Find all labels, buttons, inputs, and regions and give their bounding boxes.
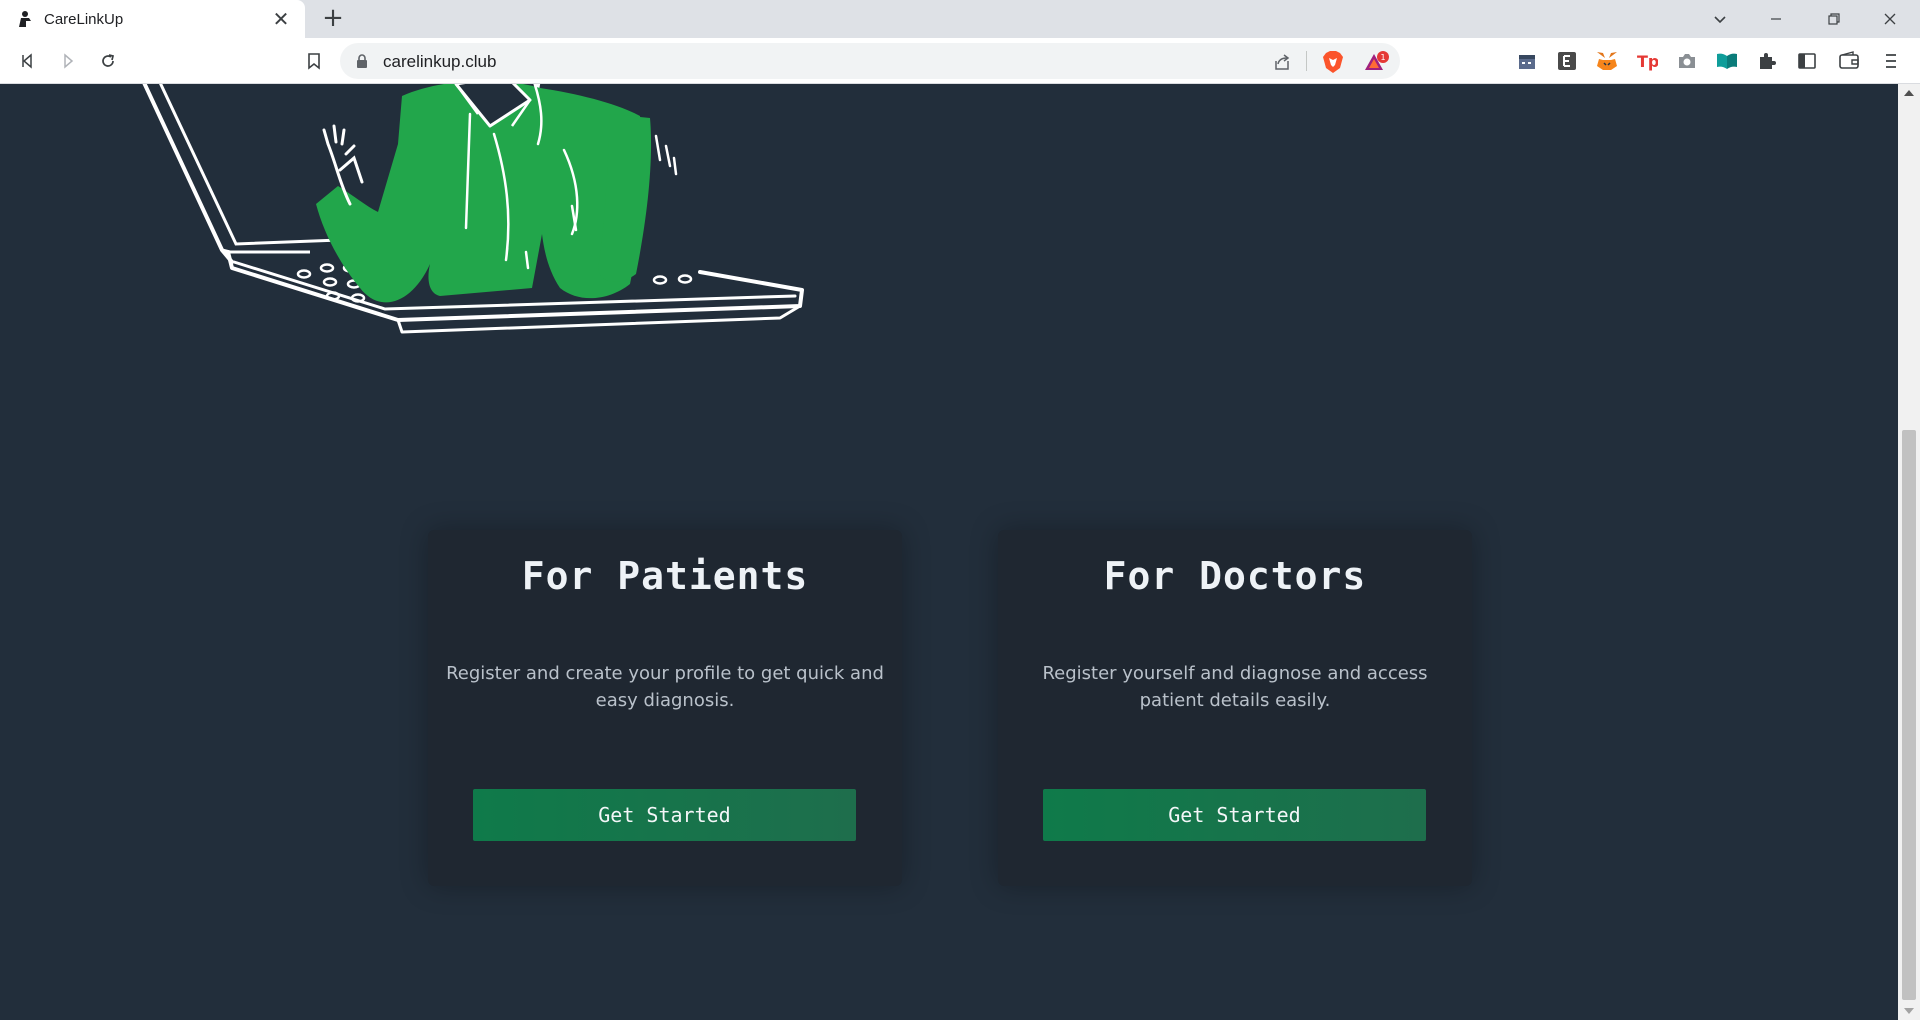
tab-title: CareLinkUp — [44, 10, 124, 28]
reader-book-icon[interactable] — [1716, 50, 1738, 72]
bookmark-icon[interactable] — [302, 49, 326, 73]
metamask-fox-icon[interactable] — [1596, 50, 1618, 72]
doctors-card-description: Register yourself and diagnose and acces… — [1042, 663, 1428, 711]
brave-rewards-icon[interactable]: 1 — [1364, 50, 1390, 74]
doctors-get-started-button[interactable]: Get Started — [1043, 789, 1426, 841]
browser-toolbar: carelinkup.club 1 Tp — [0, 38, 1920, 84]
forward-arrow-icon[interactable] — [56, 49, 80, 73]
wallet-icon[interactable] — [1838, 50, 1860, 72]
page-content: For Patients Register and create your pr… — [0, 84, 1898, 1020]
rewards-badge: 1 — [1380, 53, 1385, 62]
page-scrollbar[interactable] — [1898, 84, 1920, 1020]
brave-shields-icon[interactable] — [1322, 50, 1344, 74]
scroll-down-arrow-icon[interactable] — [1904, 1008, 1914, 1014]
patients-card-title: For Patients — [521, 554, 809, 598]
patients-card: For Patients Register and create your pr… — [428, 530, 902, 886]
tab-search-chevron-icon[interactable] — [1692, 0, 1748, 38]
svg-text:Tp: Tp — [1637, 52, 1658, 71]
tab-close-icon[interactable]: ✕ — [271, 9, 291, 29]
lock-icon — [357, 54, 367, 68]
patients-get-started-button[interactable]: Get Started — [473, 789, 856, 841]
sidebar-toggle-icon[interactable] — [1796, 50, 1818, 72]
extensions-puzzle-icon[interactable] — [1756, 50, 1778, 72]
menu-hamburger-icon[interactable] — [1880, 50, 1902, 72]
patients-card-description: Register and create your profile to get … — [446, 663, 884, 711]
address-bar[interactable]: carelinkup.club 1 — [340, 43, 1400, 79]
tab-strip: CareLinkUp ✕ + — [0, 0, 1920, 38]
scroll-up-arrow-icon[interactable] — [1904, 90, 1914, 96]
restore-button[interactable] — [1806, 0, 1862, 38]
address-bar-divider — [1306, 51, 1307, 71]
calendar-extension-icon[interactable] — [1516, 50, 1538, 72]
scroll-thumb[interactable] — [1902, 430, 1916, 1000]
doctors-card: For Doctors Register yourself and diagno… — [998, 530, 1472, 886]
e-extension-icon[interactable] — [1556, 50, 1578, 72]
minimize-button[interactable] — [1748, 0, 1804, 38]
url-text[interactable]: carelinkup.club — [383, 52, 496, 72]
laptop-doctor-illustration — [142, 84, 804, 334]
browser-tab-active[interactable]: CareLinkUp ✕ — [0, 0, 305, 38]
new-tab-button[interactable]: + — [320, 5, 346, 32]
doctors-card-title: For Doctors — [1103, 554, 1367, 598]
reload-icon[interactable] — [96, 49, 120, 73]
carelinkup-favicon-icon — [16, 10, 34, 28]
camera-extension-icon[interactable] — [1676, 50, 1698, 72]
close-window-button[interactable] — [1862, 0, 1918, 38]
tp-extension-icon[interactable]: Tp — [1636, 50, 1658, 72]
back-arrow-icon[interactable] — [16, 49, 40, 73]
share-icon[interactable] — [1272, 52, 1292, 72]
